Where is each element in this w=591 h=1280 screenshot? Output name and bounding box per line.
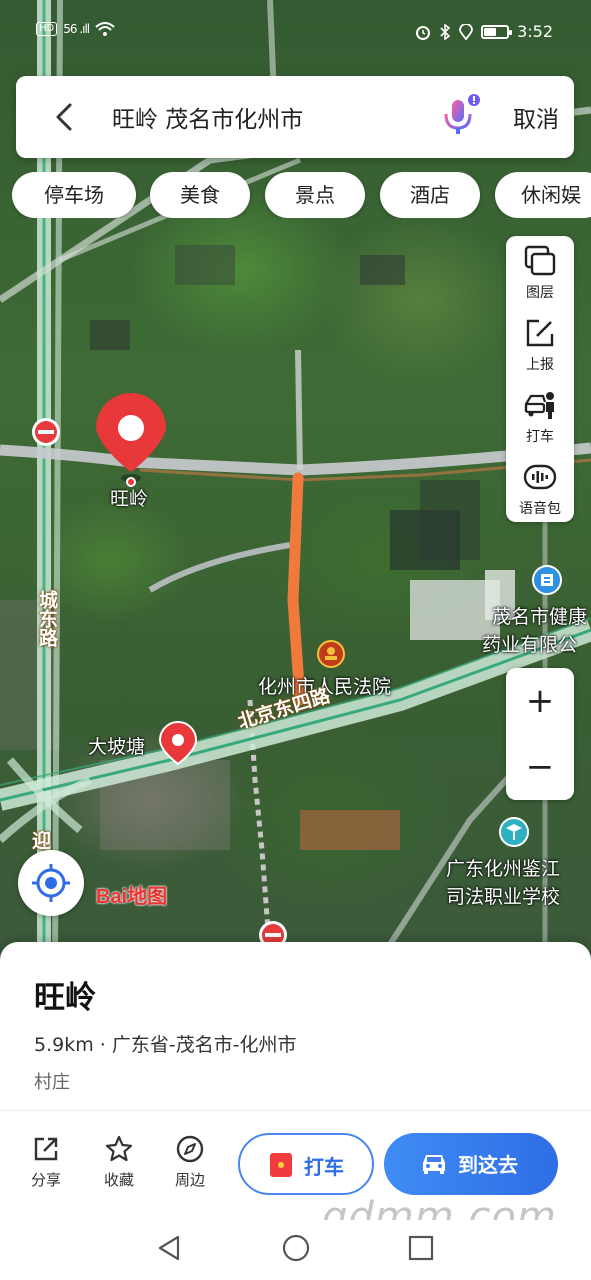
place-type: 村庄 xyxy=(34,1072,70,1093)
signal-icon: 56 .ıll xyxy=(63,22,90,36)
search-input[interactable]: 旺岭 茂名市化州市 xyxy=(112,100,303,134)
search-bar[interactable]: 旺岭 茂名市化州市 取消 xyxy=(16,76,574,158)
school-icon xyxy=(499,817,529,847)
red-packet-icon xyxy=(270,1153,292,1177)
car-icon xyxy=(423,1155,445,1174)
zoom-out-button[interactable]: − xyxy=(506,734,574,800)
place-distance-address: 5.9km · 广东省-茂名市-化州市 xyxy=(34,1034,297,1056)
voice-pack-button[interactable]: 语音包 xyxy=(506,452,574,522)
no-entry-icon xyxy=(32,418,60,446)
company-icon xyxy=(532,565,562,595)
share-button[interactable]: 分享 xyxy=(16,1135,76,1190)
road-label-chengdong: 城东路 xyxy=(36,590,58,647)
poi-company-line1[interactable]: 茂名市健康 xyxy=(492,602,587,629)
zoom-in-button[interactable]: + xyxy=(506,668,574,734)
report-label: 上报 xyxy=(526,357,554,373)
microphone-icon[interactable] xyxy=(440,94,480,138)
system-nav-bar xyxy=(0,1220,591,1280)
go-here-label: 到这去 xyxy=(458,1153,518,1177)
category-chips: 停车场 美食 景点 酒店 休闲娱 xyxy=(12,172,591,218)
taxi-button[interactable]: 打车 xyxy=(238,1133,374,1195)
chip-leisure[interactable]: 休闲娱 xyxy=(495,172,591,218)
chip-food[interactable]: 美食 xyxy=(150,172,250,218)
voice-pack-label: 语音包 xyxy=(519,501,561,517)
crosshair-icon xyxy=(32,864,70,902)
taxi-button-label: 打车 xyxy=(304,1155,344,1179)
zoom-controls: + − xyxy=(506,668,574,800)
favorite-label: 收藏 xyxy=(103,1171,134,1189)
layers-icon xyxy=(524,245,556,276)
bluetooth-icon xyxy=(440,23,451,40)
report-button[interactable]: 上报 xyxy=(506,308,574,378)
go-here-button[interactable]: 到这去 xyxy=(384,1133,558,1195)
share-label: 分享 xyxy=(30,1171,61,1189)
layers-button[interactable]: 图层 xyxy=(506,236,574,306)
nearby-button[interactable]: 周边 xyxy=(160,1135,220,1190)
chip-parking[interactable]: 停车场 xyxy=(12,172,136,218)
nearby-label: 周边 xyxy=(174,1171,205,1189)
compass-icon xyxy=(176,1135,204,1163)
chip-hotel[interactable]: 酒店 xyxy=(380,172,480,218)
poi-dapotang[interactable]: 大坡塘 xyxy=(88,732,145,759)
baidu-map-logo: Bai地图 xyxy=(96,886,168,908)
alarm-icon xyxy=(416,25,431,40)
taxi-tool-button[interactable]: 打车 xyxy=(506,380,574,450)
court-icon xyxy=(317,640,345,668)
pin-label[interactable]: 旺岭 xyxy=(110,484,148,511)
locate-me-button[interactable] xyxy=(18,850,84,916)
road-label-ying: 迎 xyxy=(32,830,52,852)
poi-school-line2[interactable]: 司法职业学校 xyxy=(446,882,560,909)
layers-label: 图层 xyxy=(526,285,554,301)
location-status-icon xyxy=(459,23,473,40)
nav-home-icon[interactable] xyxy=(282,1234,310,1262)
taxi-tool-label: 打车 xyxy=(526,429,554,445)
status-bar: HD 56 .ıll 3:52 xyxy=(0,0,591,64)
chip-scenic[interactable]: 景点 xyxy=(265,172,365,218)
taxi-person-icon xyxy=(524,392,554,419)
star-icon xyxy=(105,1135,133,1162)
share-icon xyxy=(34,1137,58,1161)
voice-pack-icon xyxy=(523,464,557,490)
battery-icon xyxy=(481,24,513,39)
status-time: 3:52 xyxy=(517,22,553,41)
favorite-button[interactable]: 收藏 xyxy=(89,1135,149,1190)
nav-recents-icon[interactable] xyxy=(408,1234,434,1262)
hd-badge: HD xyxy=(36,22,58,36)
place-name: 旺岭 xyxy=(34,980,96,1016)
back-arrow-icon[interactable] xyxy=(50,102,80,132)
map-tools-panel: 图层 上报 打车 语音包 xyxy=(506,236,574,522)
poi-school-line1[interactable]: 广东化州鉴江 xyxy=(446,854,560,881)
poi-company-line2[interactable]: 药业有限公 xyxy=(482,630,577,657)
nav-back-icon[interactable] xyxy=(156,1234,182,1262)
cancel-button[interactable]: 取消 xyxy=(513,100,559,134)
report-icon xyxy=(526,319,554,347)
wifi-icon xyxy=(95,22,115,36)
